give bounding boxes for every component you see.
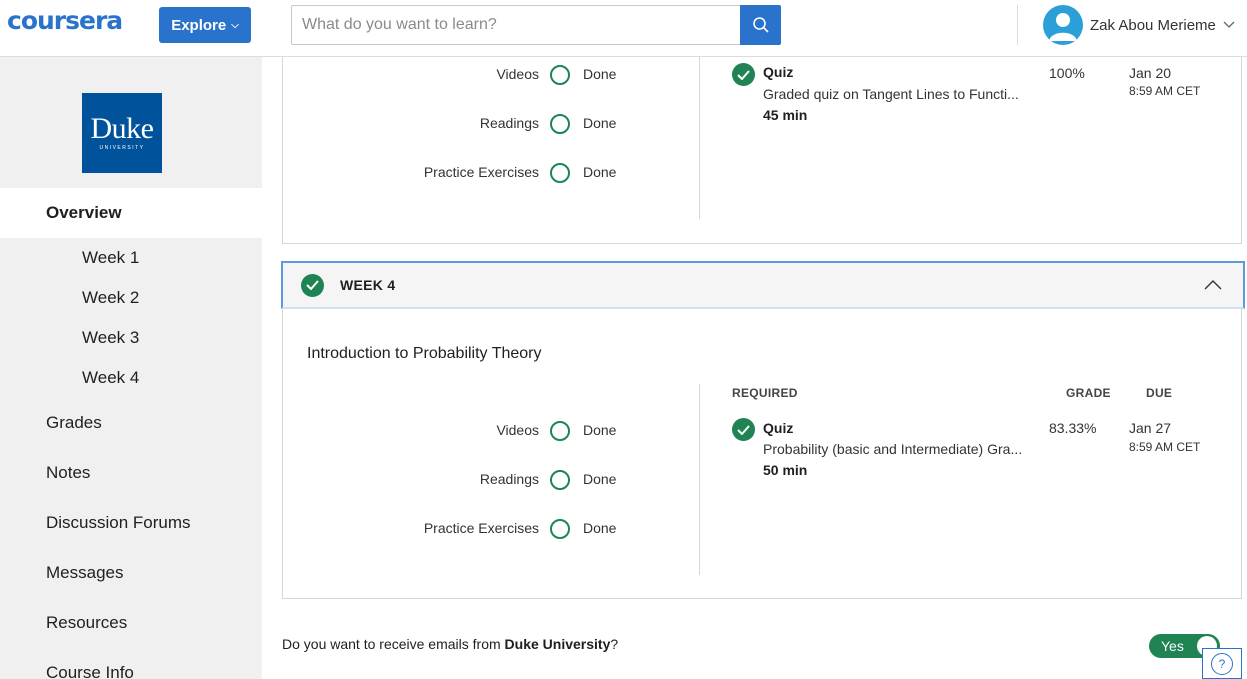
item-duration: 50 min — [763, 462, 808, 478]
progress-status: Done — [583, 115, 617, 131]
item-name-link[interactable]: Probability (basic and Intermediate) Gra… — [763, 441, 1038, 457]
sidebar-item-overview[interactable]: Overview — [0, 188, 262, 238]
sidebar-item-grades[interactable]: Grades — [46, 413, 102, 433]
column-header-required: REQUIRED — [732, 386, 798, 400]
chevron-down-icon — [1223, 21, 1235, 28]
sidebar-item-week-3[interactable]: Week 3 — [82, 328, 139, 348]
email-preference-question: Do you want to receive emails from Duke … — [282, 636, 618, 652]
progress-circle-icon — [550, 421, 570, 441]
item-due-time: 8:59 AM CET — [1129, 84, 1201, 98]
progress-status: Done — [583, 520, 617, 536]
help-icon: ? — [1211, 652, 1233, 675]
week-3-card: Videos Done Readings Done Practice Exerc… — [282, 57, 1242, 244]
sidebar-item-messages[interactable]: Messages — [46, 563, 123, 583]
duke-logo-sub: UNIVERSITY — [99, 145, 145, 151]
sidebar-item-course-info[interactable]: Course Info — [46, 663, 134, 679]
module-title: Introduction to Probability Theory — [307, 345, 542, 362]
avatar — [1043, 5, 1083, 45]
completed-check-icon — [732, 418, 755, 441]
completed-check-icon — [301, 273, 324, 297]
week-4-header[interactable]: WEEK 4 — [281, 261, 1245, 309]
item-type: Quiz — [763, 420, 794, 436]
coursera-logo[interactable]: coursera — [7, 6, 123, 35]
progress-label: Readings — [479, 471, 539, 487]
progress-status: Done — [583, 422, 617, 438]
item-grade: 83.33% — [1049, 420, 1097, 436]
sidebar-item-week-4[interactable]: Week 4 — [82, 368, 139, 388]
email-question-suffix: ? — [610, 636, 619, 652]
progress-label: Readings — [479, 115, 539, 131]
column-header-due: DUE — [1146, 386, 1173, 400]
email-question-university: Duke University — [504, 636, 611, 652]
item-grade: 100% — [1049, 65, 1085, 81]
progress-circle-icon — [550, 163, 570, 183]
course-sidebar: Duke UNIVERSITY Overview Week 1 Week 2 W… — [0, 57, 262, 679]
progress-row-videos: Videos Done — [283, 64, 623, 86]
progress-status: Done — [583, 66, 617, 82]
item-due-date: Jan 20 — [1129, 65, 1172, 81]
help-button[interactable]: ? — [1202, 648, 1242, 679]
column-divider — [699, 384, 700, 575]
email-question-prefix: Do you want to receive emails from — [282, 636, 505, 652]
progress-circle-icon — [550, 519, 570, 539]
week-4-title: WEEK 4 — [340, 277, 396, 293]
week-4-card: WEEK 4 Introduction to Probability Theor… — [281, 261, 1245, 599]
search-bar — [291, 5, 781, 45]
top-header: coursera Explore ⌵ Zak Abou Merieme — [0, 0, 1247, 57]
sidebar-item-notes[interactable]: Notes — [46, 463, 90, 483]
chevron-down-icon: ⌵ — [231, 19, 239, 31]
progress-status: Done — [583, 164, 617, 180]
progress-row-practice-exercises: Practice Exercises Done — [283, 162, 623, 184]
search-icon — [752, 17, 769, 33]
user-icon — [1049, 13, 1077, 41]
progress-row-readings: Readings Done — [283, 469, 623, 491]
duke-logo-word: Duke — [90, 112, 154, 145]
item-due-time: 8:59 AM CET — [1129, 440, 1201, 454]
progress-label: Videos — [496, 66, 539, 82]
progress-label: Videos — [496, 422, 539, 438]
progress-label: Practice Exercises — [423, 164, 539, 180]
item-duration: 45 min — [763, 107, 808, 123]
completed-check-icon — [732, 63, 755, 86]
user-name: Zak Abou Merieme — [1090, 16, 1216, 34]
user-menu[interactable]: Zak Abou Merieme — [1043, 5, 1235, 45]
progress-circle-icon — [550, 65, 570, 85]
email-toggle-label: Yes — [1161, 638, 1184, 654]
header-divider — [1017, 5, 1018, 45]
progress-row-readings: Readings Done — [283, 113, 623, 135]
progress-row-videos: Videos Done — [283, 420, 623, 442]
progress-status: Done — [583, 471, 617, 487]
progress-row-practice-exercises: Practice Exercises Done — [283, 518, 623, 540]
explore-button[interactable]: Explore ⌵ — [159, 7, 251, 43]
sidebar-item-week-1[interactable]: Week 1 — [82, 248, 139, 268]
progress-label: Practice Exercises — [423, 520, 539, 536]
progress-circle-icon — [550, 114, 570, 134]
item-type: Quiz — [763, 64, 794, 80]
search-input[interactable] — [291, 5, 741, 45]
sidebar-item-week-2[interactable]: Week 2 — [82, 288, 139, 308]
duke-university-logo[interactable]: Duke UNIVERSITY — [82, 93, 162, 173]
explore-label: Explore — [171, 16, 227, 34]
search-button[interactable] — [740, 5, 781, 45]
column-header-grade: GRADE — [1066, 386, 1111, 400]
item-due-date: Jan 27 — [1129, 420, 1172, 436]
sidebar-item-discussion-forums[interactable]: Discussion Forums — [46, 513, 191, 533]
column-divider — [699, 57, 700, 219]
chevron-up-icon[interactable] — [1204, 280, 1222, 290]
item-name-link[interactable]: Graded quiz on Tangent Lines to Functi..… — [763, 86, 1033, 102]
sidebar-item-resources[interactable]: Resources — [46, 613, 127, 633]
progress-circle-icon — [550, 470, 570, 490]
